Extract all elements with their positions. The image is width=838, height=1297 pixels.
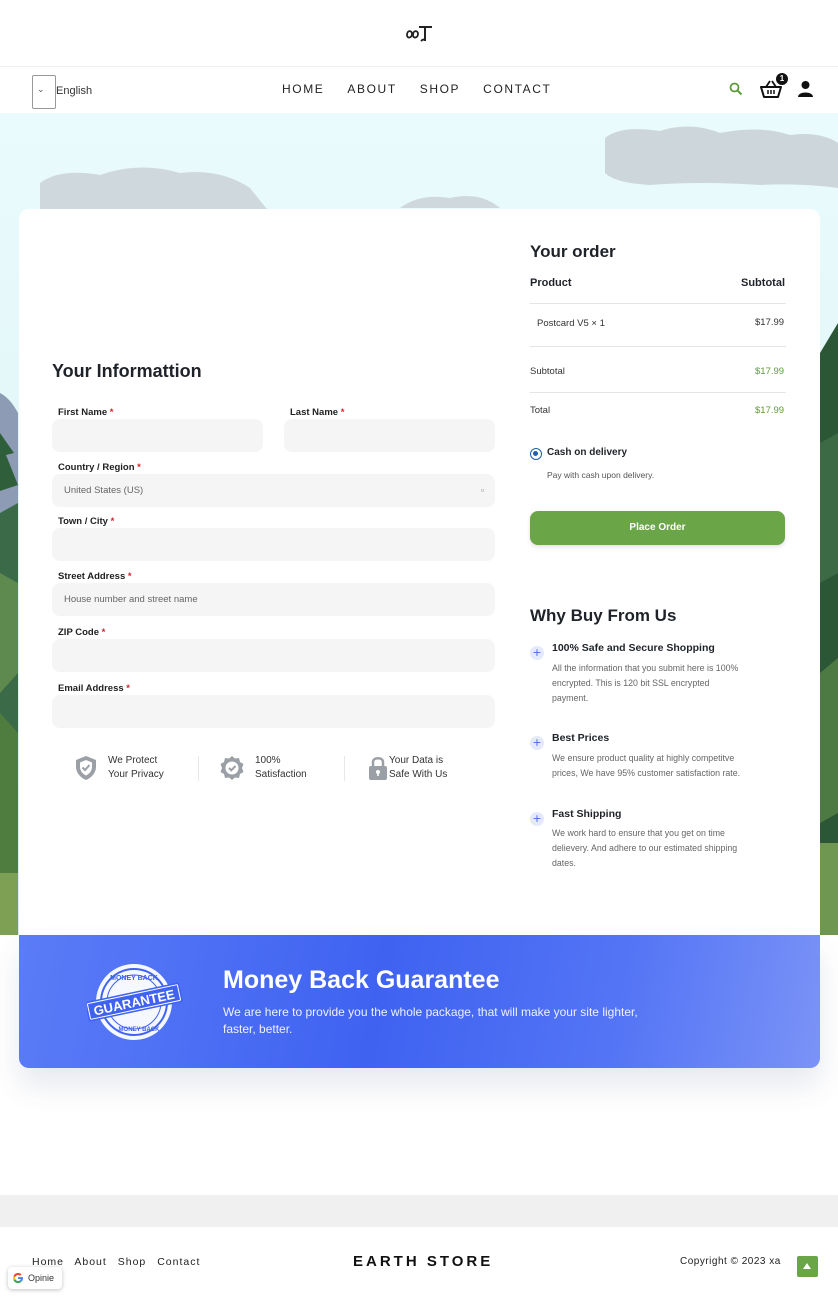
- divider: [530, 392, 786, 393]
- guarantee-text: We are here to provide you the whole pac…: [223, 1005, 638, 1036]
- col-product: Product: [530, 277, 572, 289]
- cash-on-delivery-radio[interactable]: [530, 448, 542, 460]
- why-item-title: 100% Safe and Secure Shopping: [552, 642, 715, 654]
- col-subtotal: Subtotal: [741, 277, 785, 289]
- email-input[interactable]: [52, 695, 495, 728]
- email-label: Email Address *: [58, 683, 130, 694]
- order-item-name: Postcard V5 × 1: [537, 318, 605, 329]
- language-select[interactable]: ⌄: [32, 75, 56, 109]
- zip-label: ZIP Code *: [58, 627, 106, 638]
- first-name-input[interactable]: [52, 419, 263, 452]
- cart-count-badge: 1: [776, 73, 788, 85]
- guarantee-title: Money Back Guarantee: [223, 966, 500, 994]
- reviews-widget[interactable]: Opinie: [8, 1267, 62, 1289]
- logo-bar: [0, 0, 838, 67]
- total-label: Total: [530, 405, 551, 416]
- user-icon[interactable]: [797, 80, 814, 97]
- footer-copyright: Copyright © 2023 xa: [680, 1256, 781, 1267]
- country-select[interactable]: United States (US) ▫: [52, 474, 495, 507]
- why-item-title: Best Prices: [552, 732, 610, 744]
- search-icon[interactable]: [728, 81, 744, 97]
- trust-privacy: We Protect Your Privacy: [108, 755, 164, 780]
- street-input[interactable]: House number and street name: [52, 583, 495, 616]
- reviews-label: Opinie: [28, 1273, 55, 1283]
- place-order-button[interactable]: Place Order: [530, 511, 785, 545]
- plus-icon: +: [530, 646, 544, 660]
- divider: [530, 346, 786, 347]
- guarantee-seal-icon: MONEY BACK GUARANTEE MONEY BACK: [87, 964, 183, 1040]
- shield-icon: [76, 756, 96, 780]
- nav-home[interactable]: HOME: [282, 82, 324, 96]
- footer-brand: EARTH STORE: [353, 1253, 494, 1270]
- footer-link-contact[interactable]: Contact: [157, 1256, 200, 1268]
- scroll-to-top-button[interactable]: [797, 1256, 818, 1277]
- svg-text:MONEY BACK: MONEY BACK: [110, 975, 158, 982]
- country-label: Country / Region *: [58, 462, 141, 473]
- site-logo[interactable]: [404, 22, 434, 44]
- payment-method-label[interactable]: Cash on delivery: [547, 447, 627, 458]
- order-title: Your order: [530, 242, 616, 261]
- city-input[interactable]: [52, 528, 495, 561]
- svg-text:MONEY BACK: MONEY BACK: [119, 1027, 161, 1033]
- city-label: Town / City *: [58, 516, 115, 527]
- subtotal-label: Subtotal: [530, 366, 565, 377]
- why-item-title: Fast Shipping: [552, 808, 622, 820]
- trust-data-safe: Your Data is Safe With Us: [389, 755, 448, 780]
- street-placeholder: House number and street name: [64, 594, 198, 605]
- last-name-label: Last Name *: [290, 407, 345, 418]
- payment-description: Pay with cash upon delivery.: [547, 470, 655, 480]
- footer-link-about[interactable]: About: [74, 1256, 106, 1268]
- order-item-price: $17.99: [755, 317, 785, 328]
- plus-icon: +: [530, 812, 544, 826]
- footer-link-shop[interactable]: Shop: [118, 1256, 147, 1268]
- plus-icon: +: [530, 736, 544, 750]
- why-item-text: We work hard to ensure that you get on t…: [552, 828, 738, 868]
- chevron-down-icon: ⌄: [37, 85, 45, 95]
- footer-strip: [0, 1195, 838, 1227]
- why-buy-title: Why Buy From Us: [530, 606, 677, 625]
- subtotal-value: $17.99: [755, 366, 785, 377]
- nav-shop[interactable]: SHOP: [420, 82, 460, 96]
- last-name-input[interactable]: [284, 419, 495, 452]
- trust-satisfaction: 100% Satisfaction: [255, 755, 307, 780]
- nav-about[interactable]: ABOUT: [347, 82, 396, 96]
- divider: [530, 303, 786, 304]
- why-item-text: All the information that you submit here…: [552, 663, 739, 703]
- total-value: $17.99: [755, 405, 785, 416]
- select-arrow-icon: ▫: [480, 485, 484, 495]
- language-label: English: [56, 85, 93, 97]
- nav-menu: HOME ABOUT SHOP CONTACT: [282, 82, 574, 96]
- main-nav: ⌄ English HOME ABOUT SHOP CONTACT 1: [0, 67, 838, 113]
- google-icon: [13, 1273, 23, 1283]
- divider: [344, 756, 345, 781]
- lock-icon: [369, 757, 387, 780]
- first-name-label: First Name *: [58, 407, 114, 418]
- country-value: United States (US): [64, 485, 144, 496]
- street-label: Street Address *: [58, 571, 132, 582]
- divider: [198, 756, 199, 781]
- badge-check-icon: [220, 756, 244, 780]
- zip-input[interactable]: [52, 639, 495, 672]
- form-title: Your Informattion: [52, 361, 202, 381]
- why-item-text: We ensure product quality at highly comp…: [552, 753, 741, 778]
- nav-contact[interactable]: CONTACT: [483, 82, 551, 96]
